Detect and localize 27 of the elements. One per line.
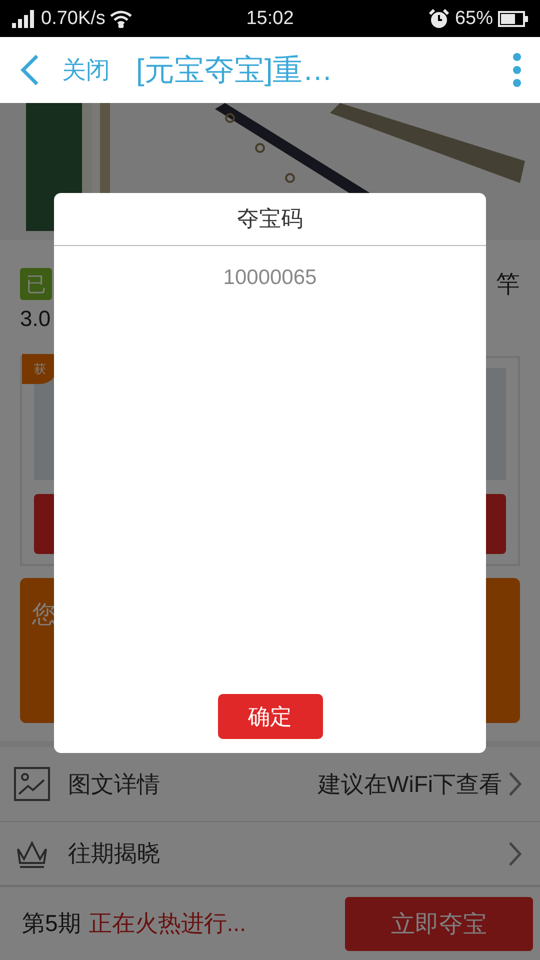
page-title: [元宝夺宝]重… bbox=[136, 52, 334, 88]
buy-button[interactable]: 立即夺宝 bbox=[345, 896, 533, 950]
chevron-icon bbox=[508, 840, 522, 866]
back-icon[interactable] bbox=[20, 54, 40, 86]
dialog-title: 夺宝码 bbox=[237, 205, 303, 233]
image-icon bbox=[14, 767, 50, 801]
product-price: 3.0 bbox=[19, 305, 52, 333]
treasure-code: 10000065 bbox=[223, 266, 317, 290]
close-link[interactable]: 关闭 bbox=[62, 54, 110, 86]
network-speed: 0.70K/s bbox=[41, 8, 106, 30]
battery-percent: 65% bbox=[454, 8, 493, 30]
detail-row[interactable]: 往期揭晓 bbox=[0, 822, 540, 886]
status-badge: 已 bbox=[20, 268, 52, 300]
confirm-button[interactable]: 确定 bbox=[218, 694, 322, 739]
status-text: 正在火热进行... bbox=[88, 909, 247, 938]
clock-time: 15:02 bbox=[246, 8, 294, 30]
product-title: 竿 bbox=[496, 270, 520, 300]
crown-icon bbox=[14, 838, 50, 868]
alarm-icon bbox=[428, 8, 450, 28]
chevron-icon bbox=[508, 771, 522, 797]
row-hint: 建议在WiFi下查看 bbox=[318, 770, 502, 798]
notice-text: 您 bbox=[32, 601, 56, 628]
wifi-icon bbox=[110, 10, 132, 28]
period-label: 第5期 bbox=[22, 909, 81, 938]
battery-icon bbox=[498, 10, 528, 26]
more-icon[interactable] bbox=[512, 52, 522, 88]
signal-icon bbox=[12, 10, 36, 28]
